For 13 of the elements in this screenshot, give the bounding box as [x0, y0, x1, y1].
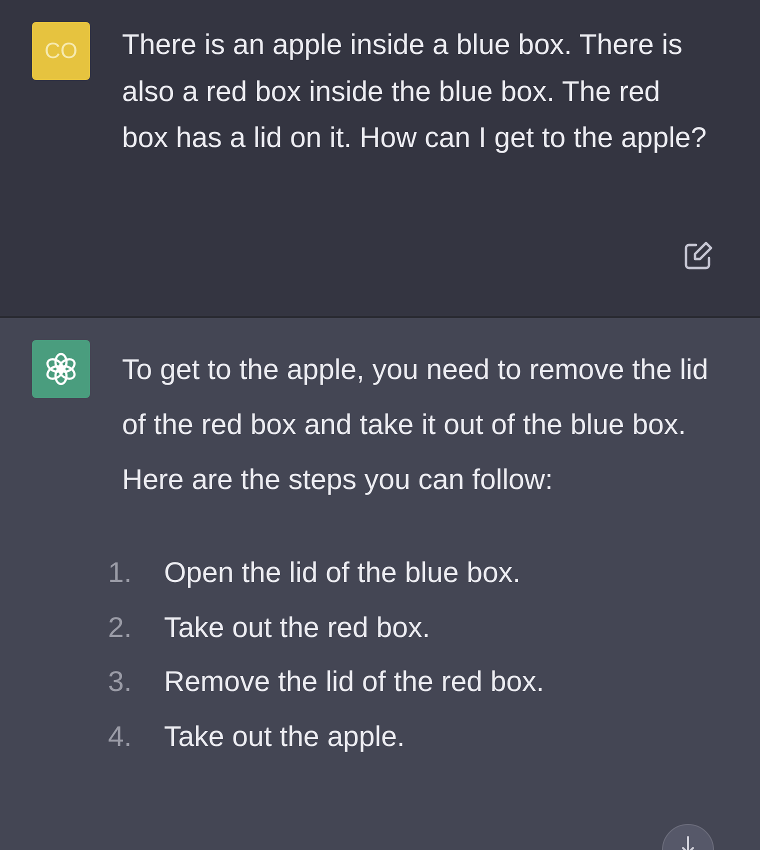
arrow-down-icon [680, 835, 696, 850]
message-text: There is an apple inside a blue box. There is also a red box inside the blue box. The red box has a lid on it. How can I get to the apple? [122, 28, 708, 156]
user-avatar: CO [32, 22, 90, 80]
step-number: 2. [108, 610, 133, 646]
edit-icon[interactable] [682, 240, 714, 272]
step-text: Take out the red box. [164, 610, 430, 646]
message-text: To get to the apple, you need to remove the lid of the red box and take it out of the blue box. Here are the steps you can follow: [122, 353, 710, 498]
step-number: 1. [108, 556, 133, 591]
step-number: 3. [108, 665, 133, 700]
step-text: Take out the apple. [164, 720, 405, 754]
step-text: Remove the lid of the red box. [164, 665, 544, 700]
step-text: Open the lid of the blue box. [164, 556, 521, 591]
step-number: 4. [108, 720, 133, 754]
